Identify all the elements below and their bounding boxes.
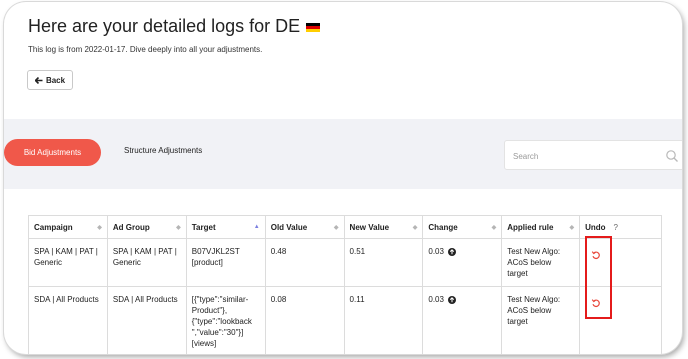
sort-icon[interactable]: ◆	[413, 224, 418, 231]
table-row: SDA | All Products SDA | All Products [{…	[28, 286, 662, 354]
help-icon[interactable]: ?	[614, 223, 618, 232]
back-button[interactable]: Back	[27, 70, 73, 90]
cell-old-value: 0.08	[264, 286, 345, 354]
page-subtitle: This log is from 2022-01-17. Dive deeply…	[28, 45, 263, 54]
cell-new-value: 0.51	[343, 238, 424, 287]
cell-campaign: SDA | All Products	[28, 286, 108, 354]
sort-icon[interactable]: ◆	[334, 224, 339, 231]
undo-icon[interactable]	[591, 250, 601, 260]
search-input[interactable]	[513, 149, 653, 163]
column-header-old-value[interactable]: Old Value ◆	[264, 215, 345, 239]
column-header-target[interactable]: Target ▲	[185, 215, 266, 239]
sort-icon[interactable]: ◆	[176, 224, 181, 231]
germany-flag-icon	[306, 22, 321, 33]
arrow-up-circle-icon	[448, 296, 457, 304]
table-row: SPA | KAM | PAT | Generic SPA | KAM | PAT…	[28, 238, 662, 287]
back-button-label: Back	[45, 75, 66, 85]
cell-ad-group: SPA | KAM | PAT | Generic	[106, 238, 187, 287]
sort-icon[interactable]: ◆	[569, 224, 574, 231]
cell-change: 0.03	[422, 286, 503, 354]
undo-icon[interactable]	[591, 298, 601, 308]
table-header-row: Campaign ◆ Ad Group ◆ Target ▲ Old Value ◆ N…	[28, 215, 662, 239]
column-header-ad-group[interactable]: Ad Group ◆	[106, 215, 187, 239]
cell-ad-group: SDA | All Products	[106, 286, 187, 354]
cell-applied-rule: Test New Algo: ACoS below target	[501, 286, 581, 354]
arrow-left-icon	[34, 76, 43, 84]
arrow-up-circle-icon	[448, 248, 457, 256]
page-title-text: Here are your detailed logs for DE	[28, 16, 301, 36]
cell-applied-rule: Test New Algo: ACoS below target	[501, 238, 581, 287]
column-header-undo: Undo?	[579, 215, 662, 239]
tab-structure-adjustments[interactable]: Structure Adjustments	[124, 146, 202, 155]
app-window: Here are your detailed logs for DE This …	[4, 2, 682, 354]
column-header-new-value[interactable]: New Value ◆	[343, 215, 424, 239]
column-header-change[interactable]: Change ◆	[422, 215, 503, 239]
column-header-applied-rule[interactable]: Applied rule ◆	[501, 215, 581, 239]
sort-ascending-icon[interactable]: ▲	[254, 224, 260, 230]
cell-undo	[579, 238, 662, 287]
cell-target: [{"type":"similar- Product"}, {"type":"loo…	[185, 286, 266, 354]
cell-new-value: 0.11	[343, 286, 424, 354]
cell-campaign: SPA | KAM | PAT | Generic	[28, 238, 108, 287]
page-title: Here are your detailed logs for DE	[28, 16, 321, 37]
cell-old-value: 0.48	[264, 238, 345, 287]
cell-undo	[579, 286, 662, 354]
tab-bid-adjustments[interactable]: Bid Adjustments	[4, 139, 101, 166]
search-icon[interactable]	[665, 149, 679, 163]
sort-icon[interactable]: ◆	[97, 224, 102, 231]
cell-target: B07VJKL2ST [product]	[185, 238, 266, 287]
sort-icon[interactable]: ◆	[492, 224, 497, 231]
logs-table: Campaign ◆ Ad Group ◆ Target ▲ Old Value ◆ N…	[28, 215, 662, 354]
column-header-campaign[interactable]: Campaign ◆	[28, 215, 108, 239]
search-box	[504, 140, 682, 170]
cell-change: 0.03	[422, 238, 503, 287]
